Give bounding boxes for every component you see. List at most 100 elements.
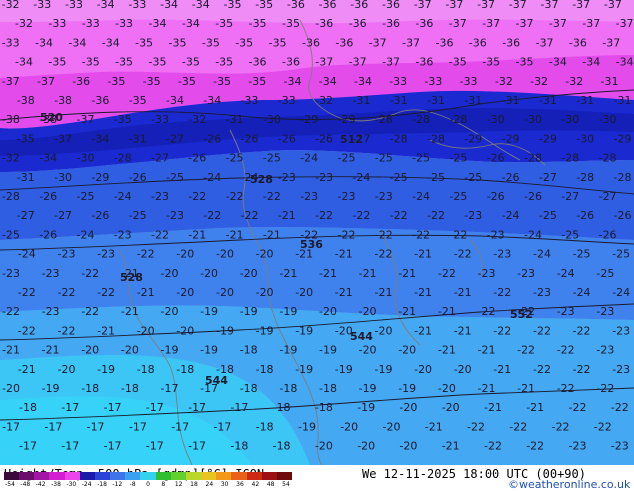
temperature-label: -20 [359, 305, 377, 318]
temperature-label: -18 [137, 363, 155, 376]
temperature-label: -24 [533, 248, 551, 261]
temperature-label: -28 [390, 132, 408, 145]
temperature-label: -37 [77, 113, 95, 126]
temperature-label: -18 [256, 363, 274, 376]
temperature-label: -38 [54, 94, 72, 107]
temperature-label: -27 [166, 132, 184, 145]
temperature-label: -24 [502, 209, 520, 222]
height-contour-label: 552 [510, 308, 533, 321]
temperature-label: -37 [477, 0, 495, 11]
colorbar-tick-label: -12 [112, 481, 123, 488]
temperature-label: -34 [192, 0, 210, 11]
temperature-label: -19 [298, 420, 316, 433]
temperature-label: -21 [278, 209, 296, 222]
temperature-label: -35 [235, 36, 253, 49]
colorbar-tick-label: -48 [20, 481, 31, 488]
temperature-label: -35 [249, 17, 267, 30]
temperature-label: -35 [282, 17, 300, 30]
temperature-label: -22 [203, 209, 221, 222]
colorbar-tick-label: -18 [97, 481, 107, 488]
temperature-label: -20 [398, 344, 416, 357]
temperature-label: -37 [536, 36, 554, 49]
colorbar-tick-label: 36 [236, 481, 244, 488]
temperature-label: -35 [516, 56, 534, 69]
temperature-label: -17 [129, 420, 147, 433]
temperature-label: -20 [161, 305, 179, 318]
temperature-label: -31 [614, 94, 632, 107]
temperature-label: -22 [427, 209, 445, 222]
temperature-label: -20 [442, 401, 460, 414]
temperature-label: -20 [176, 286, 194, 299]
temperature-label: -23 [166, 209, 184, 222]
temperature-label: -20 [383, 420, 401, 433]
temperature-label: -36 [282, 56, 300, 69]
temperature-label: -34 [35, 36, 53, 49]
temperature-label: -35 [248, 75, 266, 88]
temperature-label: -34 [319, 75, 337, 88]
height-contour-label: 528 [250, 173, 273, 186]
temperature-label: -19 [357, 401, 375, 414]
colorbar-swatch [110, 472, 126, 480]
temperature-label: -23 [97, 248, 115, 261]
temperature-label: -21 [414, 324, 432, 337]
credit-link[interactable]: ©weatheronline.co.uk [508, 478, 630, 491]
height-contour-label: 512 [340, 133, 363, 146]
temperature-label: -31 [539, 94, 557, 107]
temperature-label: -20 [2, 382, 20, 395]
temperature-label: -36 [335, 36, 353, 49]
temperature-label: -34 [166, 94, 184, 107]
temperature-label: -22 [611, 401, 629, 414]
temperature-label: -23 [114, 228, 132, 241]
temperature-label: -20 [176, 248, 194, 261]
temperature-label: -23 [42, 267, 60, 280]
temperature-label: -35 [213, 75, 231, 88]
temperature-label: -25 [464, 171, 482, 184]
temperature-label: -20 [200, 267, 218, 280]
colorbar-swatch [231, 472, 247, 480]
temperature-label: -19 [279, 305, 297, 318]
temperature-label: -33 [389, 75, 407, 88]
temperature-label: -37 [604, 0, 622, 11]
temperature-label: -19 [359, 382, 377, 395]
temperature-label: -28 [599, 152, 617, 165]
temperature-label: -21 [454, 286, 472, 299]
temperature-label: -23 [611, 440, 629, 453]
colorbar-tick-label: 42 [251, 481, 260, 488]
temperature-label: -36 [415, 56, 433, 69]
temperature-label: -23 [596, 305, 614, 318]
temperature-label: -21 [42, 344, 60, 357]
temperature-label: -19 [200, 344, 218, 357]
colorbar-swatch [64, 472, 80, 480]
temperature-label: -17 [87, 420, 105, 433]
temperature-label: -35 [215, 17, 233, 30]
temperature-label: -37 [582, 17, 600, 30]
temperature-label: -23 [151, 190, 169, 203]
temperature-label: -22 [596, 382, 614, 395]
temperature-label: -35 [482, 56, 500, 69]
temperature-label: -36 [350, 0, 368, 11]
weather-map: -32 -33 -33 -34 -33 -34 -34 -35 -35 -36 -36 -36 -36-… [0, 0, 634, 465]
temperature-label: -17 [19, 440, 37, 453]
temperature-label: -33 [2, 36, 20, 49]
temperature-label: -31 [502, 94, 520, 107]
temperature-label: -18 [176, 363, 194, 376]
temperature-label: -25 [338, 152, 356, 165]
temperature-label: -20 [414, 363, 432, 376]
temperature-label: -25 [449, 190, 467, 203]
temperature-label: -23 [612, 324, 630, 337]
colorbar-tick-label: -38 [51, 481, 61, 488]
colorbar-swatch [79, 472, 95, 480]
temperature-label: -22 [573, 363, 591, 376]
temperature-label: -21 [18, 363, 36, 376]
temperature-label: -26 [599, 228, 617, 241]
colorbar-swatch [185, 472, 202, 480]
temperature-label: -37 [516, 17, 534, 30]
temperature-label: -27 [539, 171, 557, 184]
temperature-label: -31 [226, 113, 244, 126]
temperature-label: -28 [2, 190, 20, 203]
temperature-label: -29 [539, 132, 557, 145]
colorbar-tick-label: -30 [66, 481, 77, 488]
temperature-label: -30 [487, 113, 505, 126]
temperature-label: -17 [2, 420, 20, 433]
temperature-label: -23 [533, 286, 551, 299]
